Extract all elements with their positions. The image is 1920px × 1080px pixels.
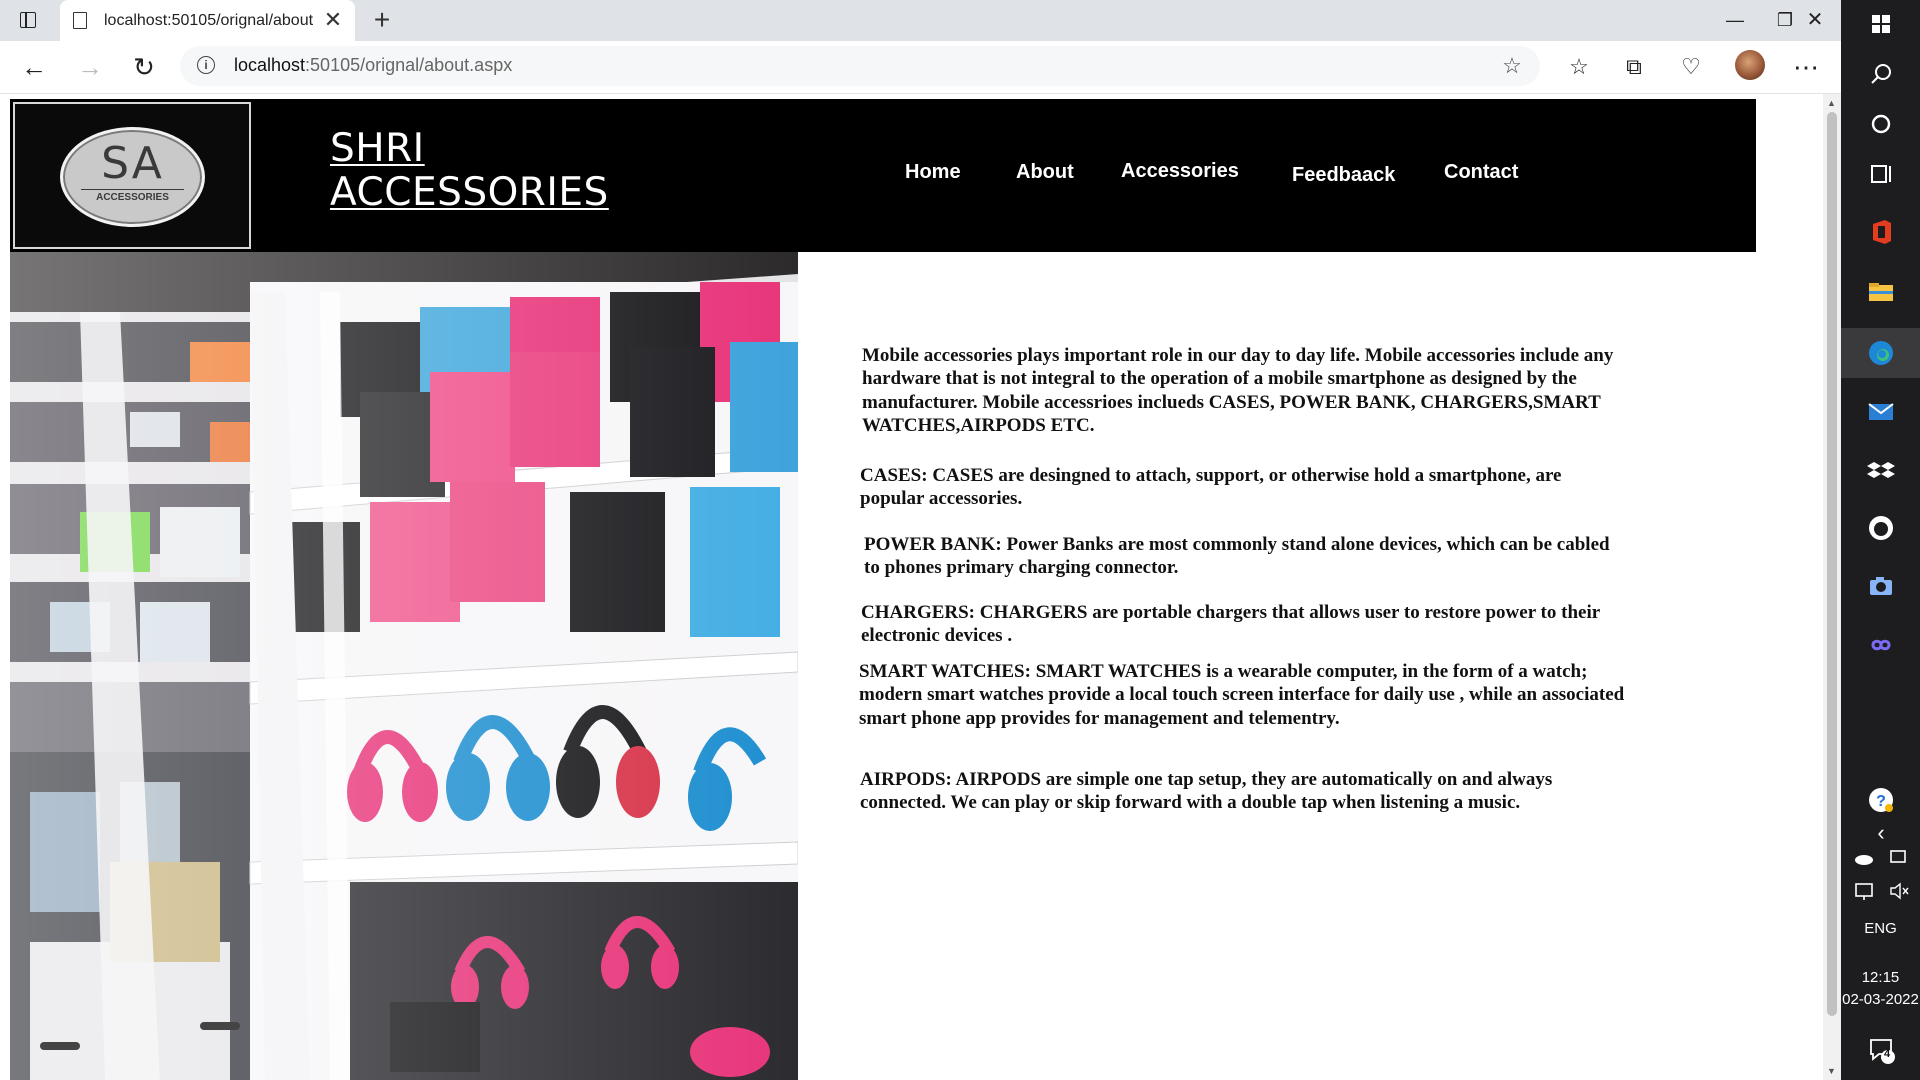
- vertical-scrollbar[interactable]: ▲ ▼: [1823, 94, 1841, 1080]
- smart-watches-paragraph: SMART WATCHES: SMART WATCHES is a wearab…: [859, 661, 1625, 729]
- browser-tab-bar: localhost:50105/orignal/about.aspx ✕ + —…: [0, 0, 1841, 41]
- network-icon[interactable]: [1851, 878, 1877, 904]
- page-viewport: SA ACCESSORIES SHRI ACCESSORIES Home Abo…: [0, 94, 1823, 1080]
- shop-display-photo: [10, 252, 798, 1080]
- dropbox-icon[interactable]: [1861, 450, 1901, 490]
- site-header: SA ACCESSORIES SHRI ACCESSORIES Home Abo…: [10, 99, 1756, 252]
- camera-icon[interactable]: [1861, 566, 1901, 606]
- back-arrow-icon[interactable]: ←: [18, 51, 50, 83]
- tab-actions-icon[interactable]: [18, 10, 38, 30]
- more-icon[interactable]: ⋯: [1790, 51, 1822, 83]
- github-icon[interactable]: [1861, 508, 1901, 548]
- site-title[interactable]: SHRI ACCESSORIES: [330, 127, 609, 215]
- minimize-icon[interactable]: —: [1715, 6, 1755, 34]
- logo-emblem: SA ACCESSORIES: [60, 127, 205, 227]
- windows-start-icon[interactable]: [1861, 4, 1901, 44]
- display-icon[interactable]: [1886, 845, 1912, 871]
- address-toolbar: ← → ↻ i localhost:50105/orignal/about.as…: [0, 41, 1841, 94]
- airpods-paragraph: AIRPODS: AIRPODS are simple one tap setu…: [860, 769, 1553, 814]
- scroll-down-icon[interactable]: ▼: [1827, 1066, 1836, 1076]
- clock-time[interactable]: 12:15: [1841, 969, 1920, 986]
- language-indicator[interactable]: ENG: [1841, 920, 1920, 937]
- cases-paragraph: CASES: CASES are desingned to attach, su…: [860, 465, 1562, 510]
- svg-text:?: ?: [1876, 793, 1886, 810]
- scrollbar-thumb[interactable]: [1827, 112, 1837, 1016]
- edge-icon[interactable]: [1861, 333, 1901, 373]
- forward-arrow-icon[interactable]: →: [74, 51, 106, 83]
- close-window-icon[interactable]: ✕: [1795, 6, 1835, 34]
- logo-subtitle: ACCESSORIES: [81, 189, 184, 203]
- chargers-paragraph: CHARGERS: CHARGERS are portable chargers…: [861, 602, 1600, 647]
- tab-title: localhost:50105/orignal/about.aspx: [104, 12, 314, 29]
- clock-date[interactable]: 02-03-2022: [1841, 991, 1920, 1008]
- nav-accessories[interactable]: Accessories: [1121, 160, 1239, 183]
- url-host: localhost: [234, 55, 306, 75]
- new-tab-icon[interactable]: +: [368, 6, 396, 34]
- site-logo[interactable]: SA ACCESSORIES: [13, 102, 251, 249]
- task-view-icon[interactable]: [1861, 154, 1901, 194]
- favorites-icon[interactable]: ☆: [1563, 51, 1595, 83]
- nav-contact[interactable]: Contact: [1444, 161, 1518, 184]
- site-title-line2: ACCESSORIES: [330, 170, 609, 215]
- info-icon[interactable]: i: [197, 56, 215, 74]
- nav-home[interactable]: Home: [905, 161, 961, 184]
- profile-avatar[interactable]: [1735, 50, 1765, 80]
- page-icon: [73, 12, 87, 29]
- notification-icon[interactable]: 4: [1861, 1030, 1901, 1070]
- logo-mark: SA: [101, 138, 164, 189]
- search-icon[interactable]: [1861, 54, 1901, 94]
- nav-feedback[interactable]: Feedbaack: [1292, 164, 1395, 187]
- site-title-line1: SHRI: [330, 126, 425, 171]
- close-tab-icon[interactable]: ✕: [322, 9, 344, 31]
- refresh-icon[interactable]: ↻: [128, 51, 160, 83]
- url-path: :50105/orignal/about.aspx: [305, 55, 513, 75]
- browser-tab[interactable]: localhost:50105/orignal/about.aspx ✕: [60, 0, 355, 41]
- onedrive-icon[interactable]: [1851, 845, 1877, 871]
- windows-taskbar: ? ‹ ENG 12:15 02-03-2022 4: [1841, 0, 1920, 1080]
- file-explorer-icon[interactable]: [1861, 272, 1901, 312]
- power-bank-paragraph: POWER BANK: Power Banks are most commonl…: [864, 534, 1610, 579]
- scroll-up-icon[interactable]: ▲: [1827, 98, 1836, 108]
- nav-about[interactable]: About: [1016, 161, 1074, 184]
- office-icon[interactable]: [1861, 212, 1901, 252]
- mail-icon[interactable]: [1861, 392, 1901, 432]
- collections-icon[interactable]: ⧉: [1618, 51, 1650, 83]
- intro-paragraph: Mobile accessories plays important role …: [862, 345, 1614, 436]
- cortana-icon[interactable]: [1861, 104, 1901, 144]
- notification-count: 4: [1884, 1048, 1891, 1060]
- url-text[interactable]: localhost:50105/orignal/about.aspx: [234, 55, 512, 76]
- address-bar[interactable]: i localhost:50105/orignal/about.aspx ☆: [180, 46, 1540, 86]
- heartbeat-icon[interactable]: ♡: [1675, 51, 1707, 83]
- volume-mute-icon[interactable]: [1886, 878, 1912, 904]
- star-plus-icon[interactable]: ☆: [1498, 52, 1526, 80]
- infinity-icon[interactable]: [1861, 625, 1901, 665]
